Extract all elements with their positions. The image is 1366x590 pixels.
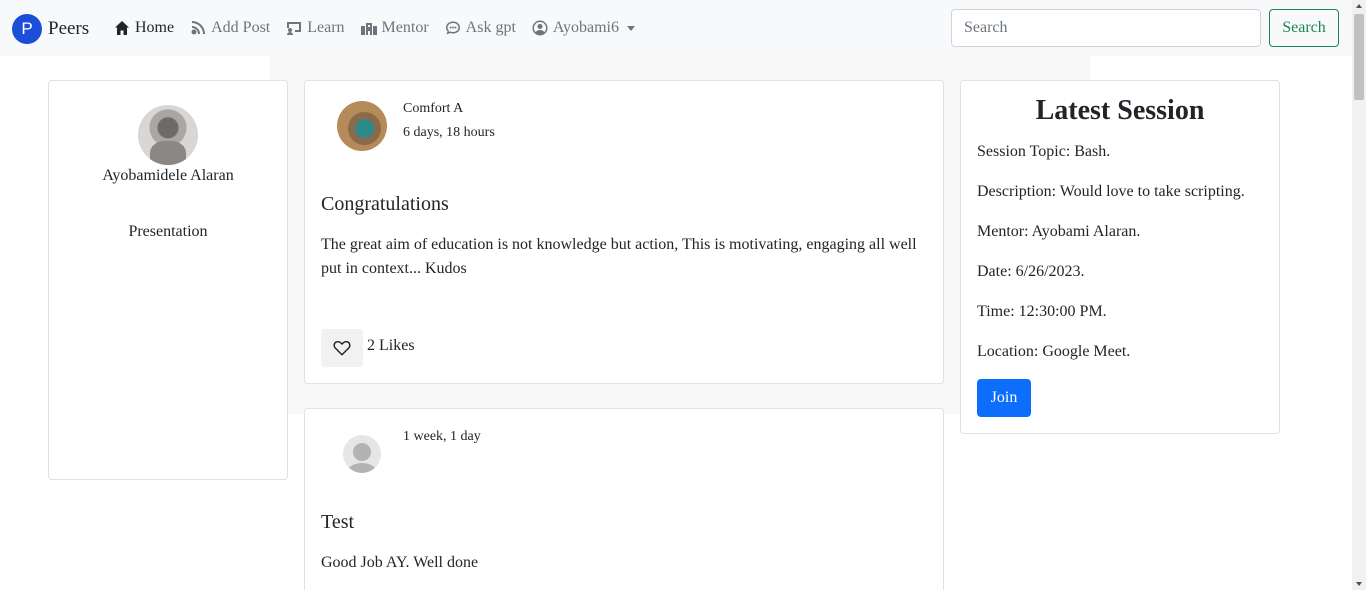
chat-icon — [445, 21, 460, 35]
brand-logo: P — [12, 14, 42, 44]
chalkboard-icon — [287, 22, 302, 35]
session-date: Date: 6/26/2023. — [977, 263, 1085, 280]
heart-icon — [333, 340, 351, 356]
session-mentor: Mentor: Ayobami Alaran. — [977, 223, 1141, 240]
scroll-thumb[interactable] — [1354, 14, 1364, 100]
nav-home-label: Home — [135, 19, 175, 36]
like-button[interactable] — [321, 329, 363, 367]
nav-mentor-label: Mentor — [381, 19, 429, 36]
nav-user-dropdown[interactable]: Ayobami6 — [532, 19, 635, 37]
navbar: P Peers Home Add Post Learn Mentor Ask g… — [0, 0, 1352, 56]
author-avatar[interactable] — [337, 101, 387, 151]
nav-home[interactable]: Home — [114, 19, 174, 37]
join-button[interactable]: Join — [977, 379, 1031, 417]
post-card: 1 week, 1 day Test Good Job AY. Well don… — [304, 408, 944, 590]
scrollbar[interactable] — [1352, 0, 1366, 590]
nav-mentor[interactable]: Mentor — [360, 19, 429, 37]
profile-link[interactable]: Presentation — [49, 223, 287, 241]
brand-name: Peers — [48, 18, 90, 39]
session-topic: Session Topic: Bash. — [977, 143, 1111, 160]
avatar — [138, 105, 198, 165]
brand-link[interactable]: P Peers — [12, 14, 89, 44]
nav-user-label: Ayobami6 — [552, 19, 619, 36]
nav-ask-gpt-label: Ask gpt — [465, 19, 516, 36]
author-avatar[interactable] — [343, 435, 381, 473]
home-icon — [115, 21, 129, 35]
scroll-down-icon[interactable] — [1356, 582, 1362, 586]
scroll-up-icon[interactable] — [1356, 4, 1362, 8]
post-time: 6 days, 18 hours — [403, 125, 495, 140]
post-card: Comfort A 6 days, 18 hours Congratulatio… — [304, 80, 944, 384]
profile-card: Ayobamidele Alaran Presentation — [48, 80, 288, 480]
nav-add-post-label: Add Post — [211, 19, 271, 36]
post-body: The great aim of education is not knowle… — [321, 236, 917, 277]
latest-session-card: Latest Session Session Topic: Bash. Desc… — [960, 80, 1280, 434]
nav-ask-gpt[interactable]: Ask gpt — [445, 19, 516, 37]
school-icon — [360, 23, 377, 35]
session-title: Latest Session — [1035, 95, 1205, 126]
nav-links: Home Add Post Learn Mentor Ask gpt Ayoba… — [114, 16, 651, 40]
post-author[interactable]: Comfort A — [403, 101, 463, 117]
post-title: Test — [321, 511, 355, 533]
post-time: 1 week, 1 day — [403, 429, 481, 444]
chevron-down-icon — [626, 25, 635, 31]
blog-icon — [191, 21, 206, 35]
user-circle-icon — [532, 20, 548, 36]
session-time: Time: 12:30:00 PM. — [977, 303, 1107, 320]
post-body: Good Job AY. Well done — [321, 554, 479, 571]
session-description: Description: Would love to take scriptin… — [977, 183, 1245, 200]
post-title: Congratulations — [321, 193, 449, 215]
nav-learn-label: Learn — [307, 19, 345, 36]
nav-add-post[interactable]: Add Post — [190, 19, 270, 37]
like-count: 2 Likes — [367, 337, 415, 354]
search-button[interactable]: Search — [1269, 9, 1339, 47]
search-input[interactable] — [951, 9, 1261, 47]
nav-learn[interactable]: Learn — [286, 19, 345, 37]
session-location: Location: Google Meet. — [977, 343, 1131, 360]
profile-name: Ayobamidele Alaran — [102, 167, 234, 184]
